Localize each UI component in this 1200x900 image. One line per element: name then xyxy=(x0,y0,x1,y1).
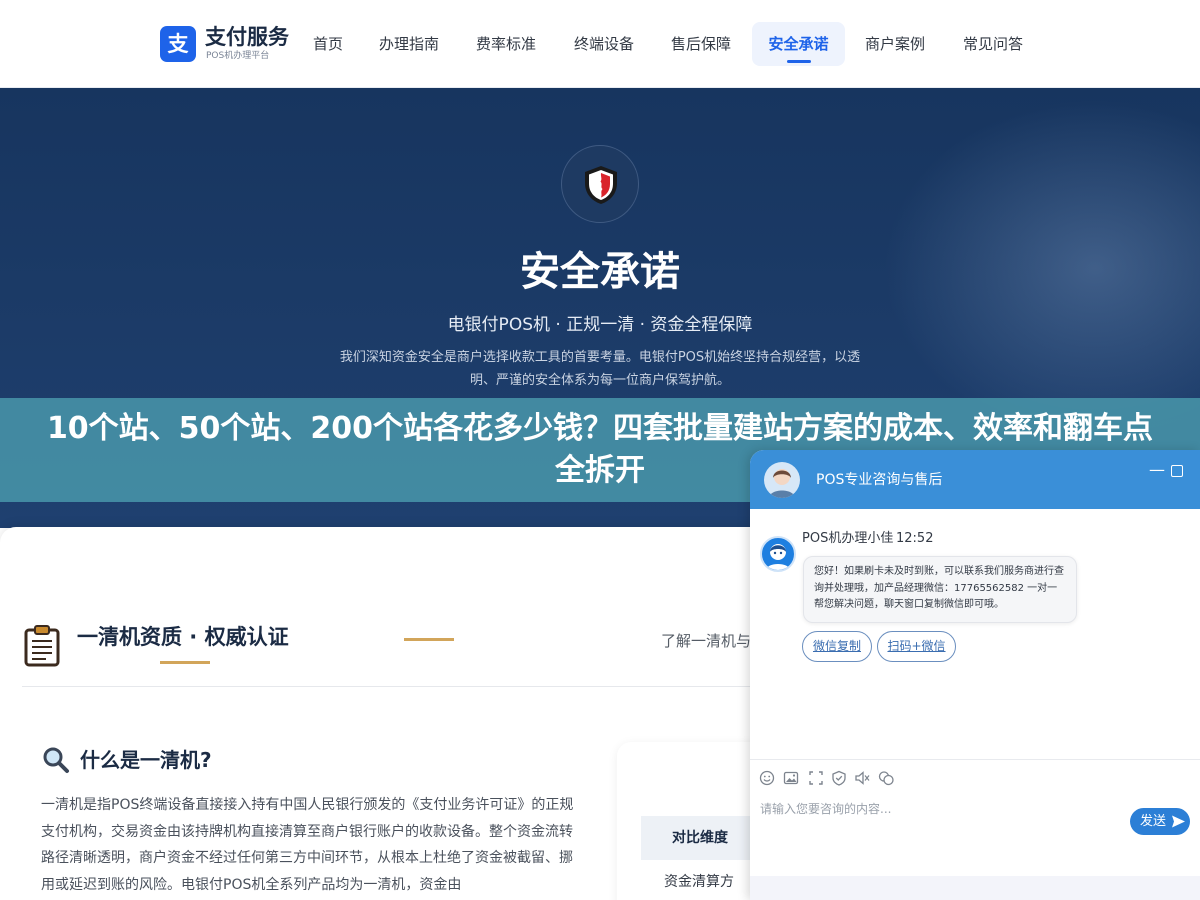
title-accent-dash xyxy=(404,638,454,641)
hero-description-line: 明、严谨的安全体系为每一位商户保驾护航。 xyxy=(469,373,730,388)
hero-subtitle: 电银付POS机 · 正规一清 · 资金全程保障 xyxy=(447,315,753,335)
chat-header[interactable]: POS专业咨询与售后 — xyxy=(750,450,1200,509)
screenshot-icon[interactable] xyxy=(808,770,824,786)
chat-widget: POS专业咨询与售后 — POS机办理小佳 12:52 您好！如果刷卡未及时到账… xyxy=(750,450,1200,900)
learn-more-link[interactable]: 了解一清机与 xyxy=(661,631,751,651)
chat-header-title: POS专业咨询与售后 xyxy=(816,472,943,488)
message-bubble: 您好！如果刷卡未及时到账，可以联系我们服务商进行查询并处理哦，加产品经理微信：1… xyxy=(803,556,1077,623)
question-title: 什么是一清机? xyxy=(80,748,212,772)
top-navbar: 支 支付服务 POS机办理平台 首页 办理指南 费率标准 终端设备 售后保障 安… xyxy=(0,0,1200,88)
chat-footer xyxy=(750,876,1200,900)
agent-avatar xyxy=(764,462,800,498)
voice-icon[interactable] xyxy=(854,770,870,786)
nav-item-rates[interactable]: 费率标准 xyxy=(466,22,546,66)
emoji-icon[interactable] xyxy=(759,770,775,786)
scan-wechat-button[interactable]: 扫码+微信 xyxy=(877,631,956,662)
agent-name: POS机办理小佳 xyxy=(802,531,894,546)
nav-item-devices[interactable]: 终端设备 xyxy=(564,22,644,66)
message-time: 12:52 xyxy=(896,531,934,546)
brand-subtitle: POS机办理平台 xyxy=(206,51,270,61)
clipboard-icon xyxy=(24,625,60,667)
agent-avatar-icon xyxy=(766,544,790,570)
logo-icon[interactable]: 支 xyxy=(160,26,196,62)
image-icon[interactable] xyxy=(783,770,799,786)
rating-icon[interactable] xyxy=(831,770,847,786)
section-title: 一清机资质 · 权威认证 xyxy=(77,625,289,649)
section-divider xyxy=(22,686,762,687)
nav-item-cases[interactable]: 商户案例 xyxy=(855,22,935,66)
minimize-icon[interactable]: — xyxy=(1147,462,1167,482)
brand-name[interactable]: 支付服务 xyxy=(205,25,289,49)
hero-badge xyxy=(561,145,639,223)
copy-wechat-button[interactable]: 微信复制 xyxy=(802,631,872,662)
nav-item-home[interactable]: 首页 xyxy=(300,22,356,66)
nav-item-after-sales[interactable]: 售后保障 xyxy=(661,22,741,66)
hero-description-line: 我们深知资金安全是商户选择收款工具的首要考量。电银付POS机始终坚持合规经营，以… xyxy=(339,350,861,365)
hero-title: 安全承诺 xyxy=(520,249,680,295)
nav-item-security[interactable]: 安全承诺 xyxy=(752,22,845,66)
send-button-label: 发送 xyxy=(1140,814,1167,829)
agent-avatar-icon xyxy=(769,469,795,498)
section-body-text: 一清机是指POS终端设备直接接入持有中国人民银行颁发的《支付业务许可证》的正规支… xyxy=(41,797,574,893)
magnifier-icon xyxy=(43,747,69,773)
shield-icon xyxy=(585,166,617,204)
nav-item-faq[interactable]: 常见问答 xyxy=(953,22,1033,66)
send-icon xyxy=(1172,815,1185,828)
hero-description: 我们深知资金安全是商户选择收款工具的首要考量。电银付POS机始终坚持合规经营，以… xyxy=(316,346,884,392)
chat-message-input[interactable] xyxy=(760,798,1120,820)
nav-item-guide[interactable]: 办理指南 xyxy=(369,22,449,66)
chat-history-icon[interactable] xyxy=(878,770,894,786)
send-button[interactable]: 发送 xyxy=(1130,808,1190,835)
title-underline xyxy=(160,661,210,664)
maximize-icon[interactable] xyxy=(1171,465,1183,477)
chat-divider xyxy=(750,759,1200,760)
agent-avatar xyxy=(760,536,796,572)
